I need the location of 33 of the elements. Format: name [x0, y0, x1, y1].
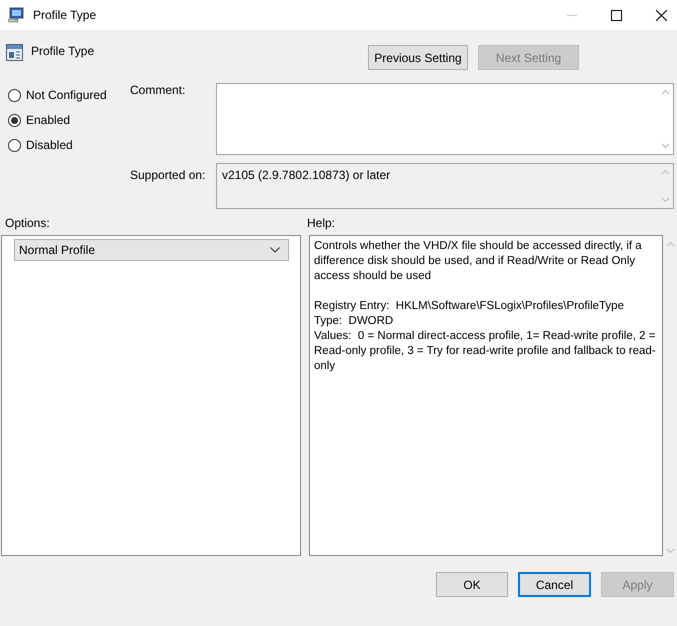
- comment-field[interactable]: [216, 83, 674, 155]
- radio-button[interactable]: [8, 138, 21, 152]
- help-text: Type: DWORD: [314, 314, 394, 329]
- dialog-button[interactable]: Cancel: [518, 572, 591, 597]
- help-text: Controls whether the VHD/X file should be accessed directly, if a difference disk should be used, and if Read/Write or Read Only access should be used: [314, 239, 643, 284]
- profile-dropdown[interactable]: Normal Profile: [14, 239, 289, 261]
- scroll-down-icon[interactable]: [660, 143, 670, 149]
- help-text: Registry Entry: HKLM\Software\FSLogix\Profiles\ProfileType: [314, 299, 625, 314]
- scroll-up-icon[interactable]: [660, 169, 670, 175]
- setting-nav-button[interactable]: Previous Setting: [368, 45, 468, 70]
- computer-icon: [8, 7, 25, 23]
- radio-label[interactable]: Not Configured: [26, 88, 107, 102]
- settings-page-icon: [6, 44, 23, 61]
- radio-label[interactable]: Enabled: [26, 113, 70, 127]
- scroll-up-icon[interactable]: [660, 89, 670, 95]
- help-label: Help:: [307, 216, 336, 232]
- radio-button[interactable]: [8, 88, 21, 102]
- options-label: Options:: [5, 216, 51, 232]
- comment-label: Comment:: [130, 83, 186, 99]
- scroll-down-icon[interactable]: [666, 548, 674, 554]
- maximize-icon[interactable]: [611, 10, 622, 20]
- chevron-down-icon: [270, 247, 280, 253]
- help-text: Values: 0 = Normal direct-access profile, 1= Read-write profile, 2 = Read-only profile, 3 = Try for read-write profile and fallback to read-only: [314, 329, 657, 374]
- window-title: Profile Type: [33, 8, 96, 22]
- policy-title: Profile Type: [31, 44, 96, 60]
- radio-label[interactable]: Disabled: [26, 138, 73, 152]
- supported-on-value: v2105 (2.9.7802.10873) or later: [221, 167, 392, 184]
- supported-on-label: Supported on:: [130, 167, 206, 184]
- scroll-up-icon[interactable]: [666, 241, 674, 247]
- scroll-down-icon[interactable]: [660, 197, 670, 203]
- close-icon[interactable]: [656, 10, 667, 20]
- radio-button[interactable]: [8, 114, 21, 126]
- dialog-button[interactable]: OK: [436, 572, 508, 597]
